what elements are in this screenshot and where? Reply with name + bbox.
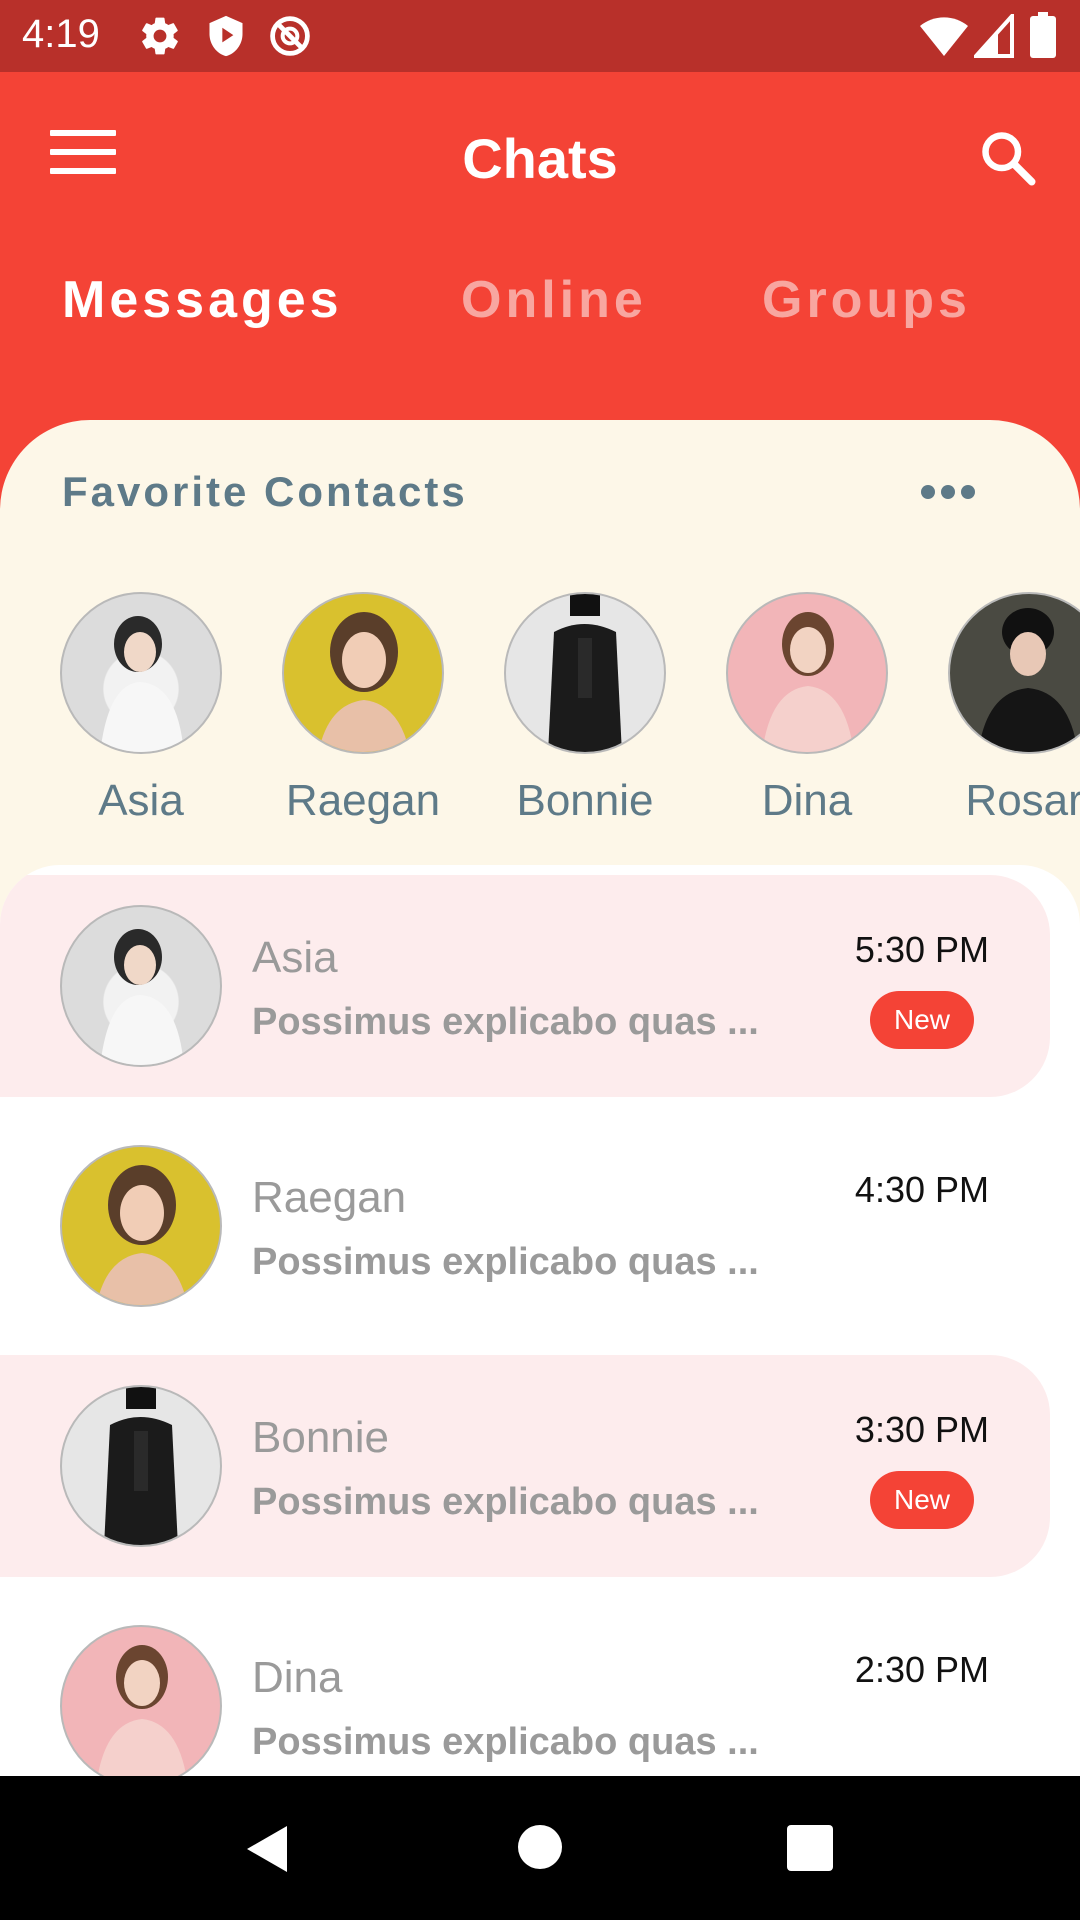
favorite-contact-name: Raegan [285,776,441,825]
chat-row[interactable]: Asia Possimus explicabo quas ... 5:30 PM… [0,875,1050,1097]
settings-icon [142,17,178,55]
chat-name: Asia [252,933,338,982]
shield-play-icon [209,15,243,57]
tab-bar: Messages Online Groups [0,270,1080,340]
chat-row[interactable]: Raegan Possimus explicabo quas ... 4:30 … [0,1115,1050,1337]
chat-preview: Possimus explicabo quas ... [252,1241,759,1283]
avatar [948,592,1080,754]
chat-time: 4:30 PM [854,1169,989,1210]
avatar [504,592,666,754]
tab-groups[interactable]: Groups [762,270,971,330]
avatar [60,592,222,754]
home-icon[interactable] [518,1825,562,1869]
chat-name: Raegan [252,1173,407,1222]
favorite-contact-name: Asia [98,776,184,825]
new-badge: New [870,1471,974,1529]
chat-screen: 4:19 Chats Messages Online Groups Favori… [0,0,1080,1920]
favorite-contact-name: Rosari [965,776,1080,825]
avatar [60,905,222,1067]
chat-list: Asia Possimus explicabo quas ... 5:30 PM… [0,865,1080,1780]
page-title: Chats [462,127,618,190]
favorite-contact-name: Dina [761,776,853,825]
favorite-contact[interactable]: Bonnie [485,592,685,826]
no-sync-icon [270,16,310,56]
chat-preview: Possimus explicabo quas ... [252,1001,759,1043]
app-bar: Chats [0,72,1080,242]
more-horizontal-icon[interactable] [920,482,976,502]
chat-time: 2:30 PM [854,1649,989,1690]
recents-icon[interactable] [787,1825,833,1871]
battery-icon [1030,12,1056,58]
cell-signal-icon [974,14,1014,58]
chat-preview: Possimus explicabo quas ... [252,1481,759,1523]
avatar [60,1625,222,1780]
avatar [60,1385,222,1547]
favorite-contact[interactable]: Raegan [263,592,463,826]
status-bar: 4:19 [0,0,1080,72]
wifi-icon [920,17,968,56]
new-badge: New [870,991,974,1049]
favorite-contact[interactable]: Rosari [929,592,1080,826]
chat-preview: Possimus explicabo quas ... [252,1721,759,1763]
chat-row[interactable]: Bonnie Possimus explicabo quas ... 3:30 … [0,1355,1050,1577]
favorite-contacts-title: Favorite Contacts [62,468,468,515]
tab-online[interactable]: Online [461,270,647,330]
chat-time: 5:30 PM [854,929,989,970]
search-icon[interactable] [978,128,1038,188]
avatar [60,1145,222,1307]
chat-time: 3:30 PM [854,1409,989,1450]
chat-name: Bonnie [252,1413,390,1462]
back-icon[interactable] [245,1824,289,1874]
status-time: 4:19 [22,12,100,56]
navigation-bar [0,1776,1080,1920]
tab-messages[interactable]: Messages [62,270,343,330]
avatar [726,592,888,754]
chat-row[interactable]: Dina Possimus explicabo quas ... 2:30 PM [0,1595,1050,1780]
chat-name: Dina [252,1653,343,1702]
favorite-contact[interactable]: Asia [41,592,241,826]
favorite-contact-name: Bonnie [516,776,654,825]
favorite-contact[interactable]: Dina [707,592,907,826]
avatar [282,592,444,754]
